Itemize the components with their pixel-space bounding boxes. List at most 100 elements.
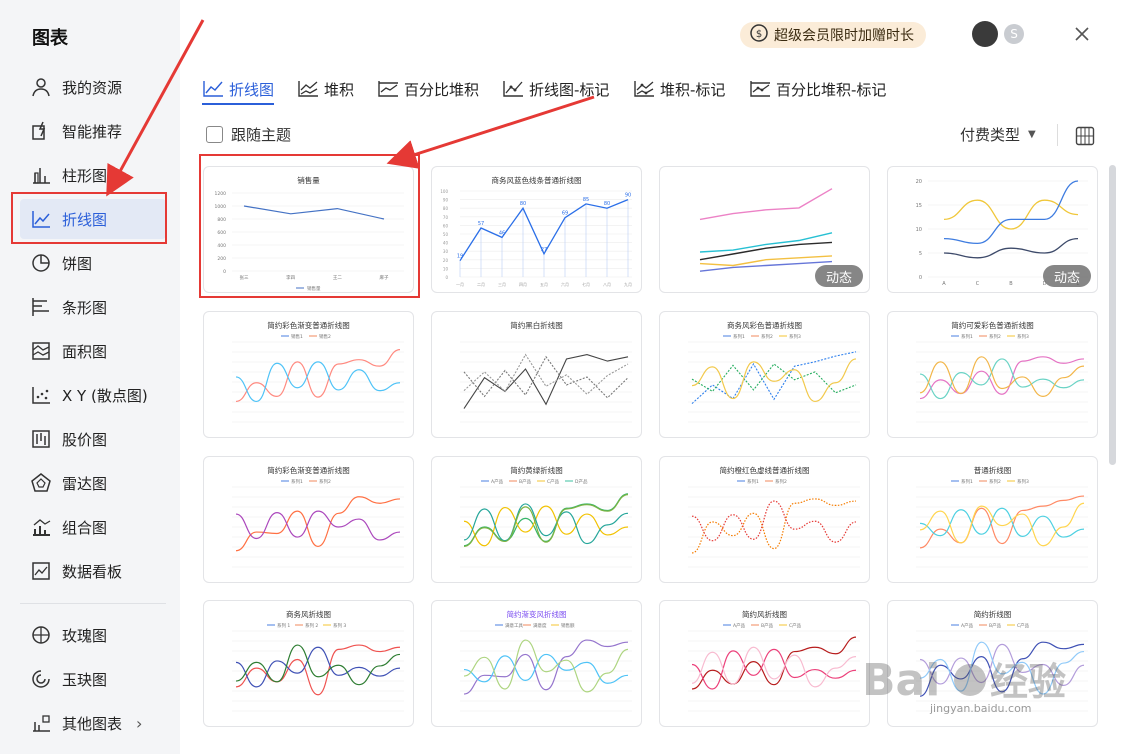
series-line <box>463 494 629 548</box>
svg-text:$: $ <box>756 29 762 40</box>
sidebar-item-label: 条形图 <box>62 298 108 317</box>
template-card[interactable]: A产品 B产品 C产品 D产品 简约黄绿折线图 <box>431 456 642 583</box>
sidebar-item-label: 玫瑰图 <box>62 626 108 645</box>
line-tab-icon <box>203 81 223 97</box>
series-line <box>919 502 1085 547</box>
template-card[interactable]: 0 10 20 30 40 50 60 70 80 90 100 19 57 46 80 27 69 85 80 90… <box>431 166 642 293</box>
sidebar-item-hbar-chart[interactable]: 条形图 <box>20 287 166 327</box>
tab-label: 折线图-标记 <box>529 80 610 99</box>
series-line <box>235 349 401 403</box>
sidebar-item-stock-chart[interactable]: 股价图 <box>20 419 166 459</box>
bar-chart-icon <box>30 164 52 186</box>
series-line <box>699 255 833 267</box>
tick-label: 八月 <box>603 282 611 287</box>
legend-label: 系列1 <box>747 478 759 485</box>
legend-label: 系列 1 <box>277 622 290 629</box>
sidebar-item-scatter-chart[interactable]: X Y (散点图) <box>20 375 166 415</box>
svg-text:经验: 经验 <box>990 660 1066 704</box>
ring-chart-icon <box>30 668 52 690</box>
card-title: 简约彩色渐变普通折线图 <box>267 466 350 475</box>
tick-label: 20 <box>443 258 449 263</box>
series-line <box>691 358 857 403</box>
legend-label: C产品 <box>789 622 802 629</box>
template-card[interactable]: 满意工具 满意度 销售额 简约渐变风折线图 <box>431 600 642 727</box>
tick-label: 70 <box>443 215 449 220</box>
area-chart-icon <box>30 340 52 362</box>
tab-percent-stacked[interactable]: 百分比堆积 <box>377 74 479 104</box>
sidebar-item-rose-chart[interactable]: 玫瑰图 <box>20 615 166 655</box>
series-line <box>463 354 629 409</box>
tick-label: 60 <box>443 223 449 228</box>
avatar[interactable] <box>972 21 998 47</box>
tick-label: 六月 <box>561 281 569 287</box>
sidebar-item-area-chart[interactable]: 面积图 <box>20 331 166 371</box>
series-line <box>235 496 401 552</box>
close-icon[interactable] <box>1072 24 1092 44</box>
data-label: 80 <box>604 201 610 207</box>
legend-label: 系列2 <box>775 478 787 485</box>
highlight-box-sidebar <box>11 192 167 244</box>
template-card[interactable]: 系列1 系列2 系列3 普通折线图 <box>887 456 1098 583</box>
percent-stacked-marked-tab-icon <box>750 81 770 97</box>
user-icon <box>30 76 52 98</box>
grid-view-icon[interactable] <box>1075 126 1095 146</box>
highlight-box-card <box>199 154 420 298</box>
template-card[interactable]: 系列1 系列2 系列3 商务风彩色普通折线图 <box>659 311 870 438</box>
sidebar-item-label: 柱形图 <box>62 166 108 185</box>
tab-percent-stacked-marked[interactable]: 百分比堆积-标记 <box>749 74 886 104</box>
data-label: 57 <box>478 221 484 227</box>
series-line <box>463 493 629 547</box>
legend-label: 满意度 <box>533 622 547 629</box>
template-card[interactable]: 简约黑白折线图 <box>431 311 642 438</box>
tab-line[interactable]: 折线图 <box>202 74 274 104</box>
template-card[interactable]: A产品 B产品 C产品 简约风折线图 <box>659 600 870 727</box>
tick-label: 0 <box>919 275 922 281</box>
line-marked-tab-icon <box>503 81 523 97</box>
legend-label: 系列1 <box>733 333 745 340</box>
tick-label: 五月 <box>540 282 548 287</box>
tick-label: B <box>1009 281 1013 287</box>
sidebar-item-bar-chart[interactable]: 柱形图 <box>20 155 166 195</box>
tab-line-marked[interactable]: 折线图-标记 <box>502 74 609 104</box>
legend-label: A产品 <box>733 622 746 629</box>
sidebar-item-label: 其他图表 <box>62 714 123 733</box>
series-line <box>463 639 629 693</box>
scrollbar-thumb[interactable] <box>1109 165 1116 465</box>
legend-label: 销售额 <box>561 622 575 629</box>
template-card[interactable]: 系列 1 系列 2 系列 3 商务风折线图 <box>203 600 414 727</box>
template-card[interactable]: 系列1 系列2 简约橙红色虚线普通折线图 <box>659 456 870 583</box>
tab-stacked[interactable]: 堆积 <box>297 74 354 104</box>
legend-label: 销售2 <box>319 333 331 340</box>
template-card[interactable]: 销售1 销售2 简约彩色渐变普通折线图 <box>203 311 414 438</box>
caret-down-icon: ▼ <box>1028 129 1036 140</box>
checkbox-box[interactable] <box>206 126 223 143</box>
sidebar-item-ring-chart[interactable]: 玉玦图 <box>20 659 166 699</box>
sidebar-item-my-resources[interactable]: 我的资源 <box>20 67 166 107</box>
tick-label: 20 <box>916 179 922 185</box>
template-card[interactable]: 动态 <box>659 166 870 293</box>
sidebar-item-combo-chart[interactable]: 组合图 <box>20 507 166 547</box>
follow-theme-checkbox[interactable]: 跟随主题 <box>206 124 291 145</box>
series-line <box>699 232 833 253</box>
sidebar-item-other-charts[interactable]: 其他图表 › <box>20 703 166 743</box>
template-card[interactable]: 系列1 系列2 简约彩色渐变普通折线图 <box>203 456 414 583</box>
template-card[interactable]: 05101520ACBDE动态 <box>887 166 1098 293</box>
legend-label: A产品 <box>961 622 974 629</box>
sidebar-item-smart-recommend[interactable]: 智能推荐 <box>20 111 166 151</box>
card-title: 简约可爱彩色普通折线图 <box>951 321 1034 330</box>
tick-label: 10 <box>916 227 922 233</box>
card-title: 商务风蓝色线条普通折线图 <box>491 176 582 185</box>
vip-status-icon[interactable]: S <box>1004 24 1024 44</box>
template-card[interactable]: 系列1 系列2 系列3 简约可爱彩色普通折线图 <box>887 311 1098 438</box>
paid-type-label: 付费类型 <box>960 126 1021 144</box>
series-line <box>235 644 401 696</box>
vip-promo-label: 超级会员限时加赠时长 <box>774 28 914 44</box>
vip-promo-button[interactable]: $ 超级会员限时加赠时长 <box>740 22 926 48</box>
paid-type-dropdown[interactable]: 付费类型 ▼ <box>960 124 1036 145</box>
stacked-marked-tab-icon <box>634 81 654 97</box>
sidebar-item-pie-chart[interactable]: 饼图 <box>20 243 166 283</box>
sidebar-item-radar-chart[interactable]: 雷达图 <box>20 463 166 503</box>
tab-stacked-marked[interactable]: 堆积-标记 <box>633 74 725 104</box>
legend-label: 销售1 <box>291 333 303 340</box>
sidebar-item-dashboard[interactable]: 数据看板 <box>20 551 166 591</box>
